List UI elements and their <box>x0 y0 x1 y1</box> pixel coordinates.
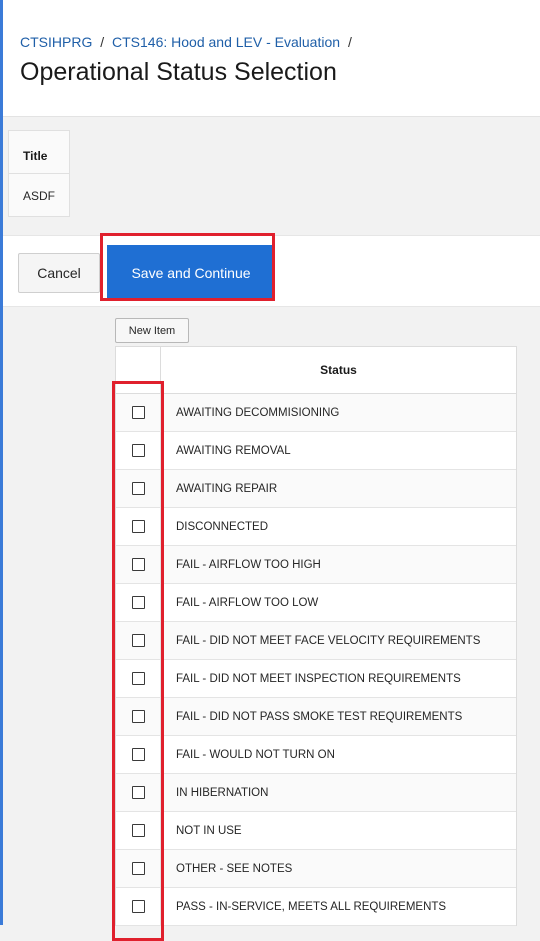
cancel-button[interactable]: Cancel <box>18 253 100 293</box>
select-cell <box>116 850 161 887</box>
button-bar: Cancel Save and Continue <box>3 235 540 307</box>
row-checkbox[interactable] <box>131 634 145 647</box>
select-cell <box>116 584 161 621</box>
select-cell <box>116 736 161 773</box>
select-cell <box>116 622 161 659</box>
status-cell: AWAITING REPAIR <box>176 482 278 495</box>
select-cell <box>116 812 161 849</box>
row-checkbox[interactable] <box>131 786 145 799</box>
select-cell <box>116 698 161 735</box>
table-row: FAIL - DID NOT MEET INSPECTION REQUIREME… <box>116 660 516 698</box>
grid-body: AWAITING DECOMMISIONING AWAITING REMOVAL A… <box>116 394 516 926</box>
row-checkbox[interactable] <box>131 558 145 571</box>
select-cell <box>116 774 161 811</box>
status-cell: AWAITING REMOVAL <box>176 444 291 457</box>
title-info-card: Title ASDF <box>8 130 70 217</box>
status-cell: FAIL - AIRFLOW TOO HIGH <box>176 558 321 571</box>
status-cell: FAIL - DID NOT MEET FACE VELOCITY REQUIR… <box>176 634 481 647</box>
select-cell <box>116 508 161 545</box>
status-cell: FAIL - WOULD NOT TURN ON <box>176 748 335 761</box>
title-value: ASDF <box>23 189 56 203</box>
table-row: FAIL - AIRFLOW TOO LOW <box>116 584 516 622</box>
select-cell <box>116 888 161 925</box>
select-cell <box>116 394 161 431</box>
select-column-header <box>116 347 161 393</box>
status-cell: IN HIBERNATION <box>176 786 269 799</box>
new-item-button[interactable]: New Item <box>115 318 189 343</box>
row-checkbox[interactable] <box>131 406 145 419</box>
breadcrumb-separator: / <box>100 34 105 50</box>
row-checkbox[interactable] <box>131 672 145 685</box>
table-row: FAIL - AIRFLOW TOO HIGH <box>116 546 516 584</box>
table-row: NOT IN USE <box>116 812 516 850</box>
select-cell <box>116 432 161 469</box>
status-column-header: Status <box>320 363 357 377</box>
table-row: OTHER - SEE NOTES <box>116 850 516 888</box>
status-cell: FAIL - AIRFLOW TOO LOW <box>176 596 319 609</box>
table-row: FAIL - WOULD NOT TURN ON <box>116 736 516 774</box>
grid-header: Status <box>116 347 516 394</box>
row-checkbox[interactable] <box>131 710 145 723</box>
row-checkbox[interactable] <box>131 900 145 913</box>
status-cell: FAIL - DID NOT PASS SMOKE TEST REQUIREME… <box>176 710 463 723</box>
status-cell: OTHER - SEE NOTES <box>176 862 293 875</box>
title-label: Title <box>23 149 48 163</box>
row-checkbox[interactable] <box>131 862 145 875</box>
table-row: AWAITING REMOVAL <box>116 432 516 470</box>
status-cell: AWAITING DECOMMISIONING <box>176 406 340 419</box>
page-header: CTSIHPRG / CTS146: Hood and LEV - Evalua… <box>3 0 540 117</box>
status-cell: NOT IN USE <box>176 824 242 837</box>
status-cell: DISCONNECTED <box>176 520 269 533</box>
row-checkbox[interactable] <box>131 482 145 495</box>
table-row: IN HIBERNATION <box>116 774 516 812</box>
table-row: FAIL - DID NOT MEET FACE VELOCITY REQUIR… <box>116 622 516 660</box>
left-accent-border <box>0 0 3 925</box>
row-checkbox[interactable] <box>131 824 145 837</box>
select-cell <box>116 546 161 583</box>
divider <box>9 173 69 174</box>
select-cell <box>116 470 161 507</box>
breadcrumb-item-ctsihprg[interactable]: CTSIHPRG <box>20 34 92 50</box>
status-cell: PASS - IN-SERVICE, MEETS ALL REQUIREMENT… <box>176 900 447 913</box>
row-checkbox[interactable] <box>131 444 145 457</box>
select-cell <box>116 660 161 697</box>
table-row: DISCONNECTED <box>116 508 516 546</box>
table-row: FAIL - DID NOT PASS SMOKE TEST REQUIREME… <box>116 698 516 736</box>
page-title: Operational Status Selection <box>20 58 337 86</box>
row-checkbox[interactable] <box>131 748 145 761</box>
breadcrumb-item-cts146[interactable]: CTS146: Hood and LEV - Evaluation <box>112 34 340 50</box>
breadcrumb-separator: / <box>347 34 352 50</box>
save-and-continue-button[interactable]: Save and Continue <box>107 245 275 301</box>
status-grid: Status AWAITING DECOMMISIONING AWAITING R… <box>115 346 517 926</box>
status-cell: FAIL - DID NOT MEET INSPECTION REQUIREME… <box>176 672 461 685</box>
row-checkbox[interactable] <box>131 596 145 609</box>
row-checkbox[interactable] <box>131 520 145 533</box>
breadcrumb: CTSIHPRG / CTS146: Hood and LEV - Evalua… <box>20 34 356 50</box>
table-row: PASS - IN-SERVICE, MEETS ALL REQUIREMENT… <box>116 888 516 926</box>
table-row: AWAITING DECOMMISIONING <box>116 394 516 432</box>
table-row: AWAITING REPAIR <box>116 470 516 508</box>
